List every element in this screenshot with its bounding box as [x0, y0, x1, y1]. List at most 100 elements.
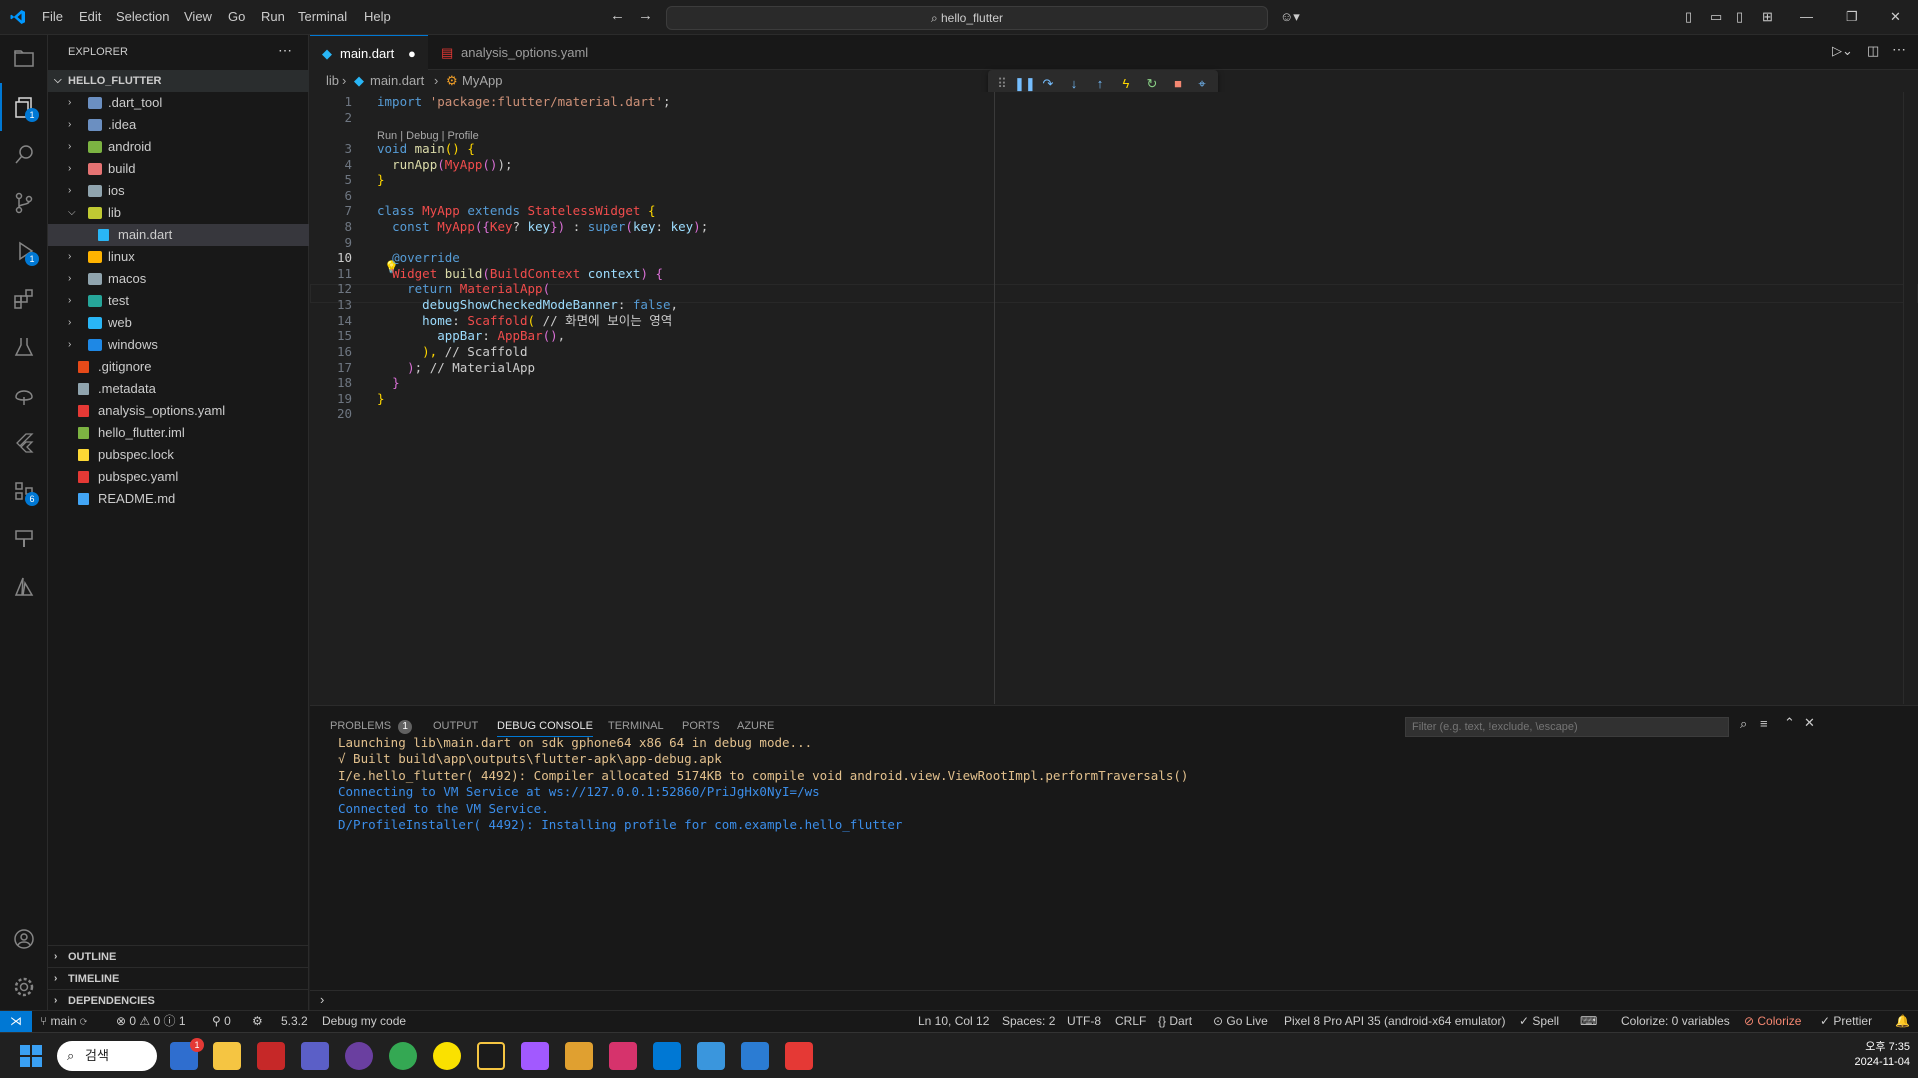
- tree-item-readme-md[interactable]: README.md: [48, 488, 309, 510]
- drag-handle-icon[interactable]: ⠿: [994, 76, 1010, 92]
- more-actions-icon[interactable]: ⋯: [278, 42, 292, 59]
- flutter-icon[interactable]: [0, 419, 48, 467]
- file-explorer-icon[interactable]: [213, 1042, 241, 1070]
- colorize-variables[interactable]: Colorize: 0 variables: [1621, 1011, 1730, 1032]
- code-line[interactable]: const MyApp({Key? key}) : super(key: key…: [377, 217, 708, 236]
- search-icon[interactable]: ⌕: [1740, 716, 1747, 732]
- files-icon[interactable]: 1: [0, 83, 48, 131]
- command-center-search[interactable]: ⌕ hello_flutter: [666, 6, 1268, 30]
- remote-indicator-icon[interactable]: ⋊: [0, 1011, 32, 1032]
- console-input[interactable]: ›: [310, 990, 1918, 1010]
- tree-item-hello-flutter-iml[interactable]: hello_flutter.iml: [48, 422, 309, 444]
- spell-checker[interactable]: ✓ Spell: [1519, 1011, 1559, 1032]
- step-into-icon[interactable]: ↓: [1066, 76, 1082, 92]
- tree-item-idea[interactable]: › .idea: [48, 114, 309, 136]
- back-arrow-icon[interactable]: ←: [610, 7, 625, 24]
- tree-item-dart-tool[interactable]: › .dart_tool: [48, 92, 309, 114]
- code-line[interactable]: import 'package:flutter/material.dart';: [377, 92, 671, 111]
- customize-layout-icon[interactable]: ⊞: [1762, 9, 1773, 25]
- tree-item-analysis-options-yaml[interactable]: analysis_options.yaml: [48, 400, 309, 422]
- menu-selection[interactable]: Selection: [116, 9, 169, 24]
- tree-item-ios[interactable]: › ios: [48, 180, 309, 202]
- go-live[interactable]: ⊙ Go Live: [1213, 1011, 1268, 1032]
- code-line[interactable]: ); // MaterialApp: [377, 358, 535, 377]
- unsaved-dot-icon[interactable]: ●: [408, 36, 416, 71]
- testing-icon[interactable]: [0, 323, 48, 371]
- step-out-icon[interactable]: ↑: [1092, 76, 1108, 92]
- dependencies-section[interactable]: › DEPENDENCIES: [48, 989, 309, 1011]
- notifications-bell-icon[interactable]: 🔔: [1895, 1011, 1910, 1032]
- cursor-position[interactable]: Ln 10, Col 12: [918, 1011, 989, 1032]
- encoding[interactable]: UTF-8: [1067, 1011, 1101, 1032]
- debug-indicator-icon[interactable]: ⚙: [252, 1011, 263, 1032]
- settings-gear-icon[interactable]: [0, 963, 48, 1011]
- minimize-icon[interactable]: —: [1800, 9, 1813, 24]
- tab-analysis-options[interactable]: ▤ analysis_options.yaml: [429, 35, 607, 70]
- sticky-notes-icon[interactable]: [477, 1042, 505, 1070]
- tab-main-dart[interactable]: ◆ main.dart ●: [310, 35, 428, 70]
- split-editor-icon[interactable]: ◫: [1867, 43, 1879, 59]
- menu-view[interactable]: View: [184, 9, 212, 24]
- vscode-icon[interactable]: [653, 1042, 681, 1070]
- tree-item-windows[interactable]: › windows: [48, 334, 309, 356]
- extensions-icon[interactable]: [0, 275, 48, 323]
- stop-icon[interactable]: ■: [1170, 76, 1186, 92]
- copilot-icon[interactable]: ☺▾: [1280, 9, 1300, 25]
- maximize-panel-icon[interactable]: ⌃: [1784, 715, 1795, 731]
- snipping-tool-icon[interactable]: [785, 1042, 813, 1070]
- workspace-root[interactable]: ⌵ HELLO_FLUTTER: [48, 70, 309, 92]
- menu-edit[interactable]: Edit: [79, 9, 101, 24]
- widget-inspector-icon[interactable]: ⌖: [1194, 76, 1210, 92]
- jetbrains-icon[interactable]: [609, 1042, 637, 1070]
- breadcrumb-class[interactable]: MyApp: [462, 70, 502, 92]
- console-filter-input[interactable]: [1405, 717, 1729, 737]
- explorer-icon[interactable]: [0, 35, 48, 83]
- tree-item-pubspec-lock[interactable]: pubspec.lock: [48, 444, 309, 466]
- close-icon[interactable]: ✕: [1890, 9, 1901, 25]
- sourcetree-icon[interactable]: [565, 1042, 593, 1070]
- tab-output[interactable]: OUTPUT: [433, 720, 478, 732]
- clear-console-icon[interactable]: ≡: [1760, 716, 1768, 731]
- tree-item-macos[interactable]: › macos: [48, 268, 309, 290]
- outline-section[interactable]: › OUTLINE: [48, 945, 309, 967]
- toggle-panel-icon[interactable]: ▭: [1710, 9, 1722, 25]
- step-over-icon[interactable]: ↷: [1040, 76, 1056, 92]
- app-red-icon[interactable]: [257, 1042, 285, 1070]
- code-editor[interactable]: Run | Debug | Profile 💡 1 import 'package…: [310, 92, 1918, 704]
- keyboard-icon[interactable]: ⌨: [1580, 1011, 1597, 1032]
- code-line[interactable]: }: [377, 170, 385, 189]
- paint-icon[interactable]: [0, 515, 48, 563]
- app-purple-icon[interactable]: [345, 1042, 373, 1070]
- tree-item-lib[interactable]: ⌵ lib: [48, 202, 309, 224]
- toggle-primary-sidebar-icon[interactable]: ▯: [1685, 9, 1692, 25]
- tree-item-pubspec-yaml[interactable]: pubspec.yaml: [48, 466, 309, 488]
- run-debug-icon[interactable]: 1: [0, 227, 48, 275]
- figma-icon[interactable]: [521, 1042, 549, 1070]
- code-line[interactable]: }: [377, 389, 385, 408]
- tree-item-linux[interactable]: › linux: [48, 246, 309, 268]
- forward-arrow-icon[interactable]: →: [638, 7, 653, 24]
- timeline-section[interactable]: › TIMELINE: [48, 967, 309, 989]
- remote-explorer-icon[interactable]: [0, 371, 48, 419]
- eol[interactable]: CRLF: [1115, 1011, 1146, 1032]
- accounts-icon[interactable]: [0, 915, 48, 963]
- menu-file[interactable]: File: [42, 9, 63, 24]
- ports-indicator[interactable]: ⚲ 0: [212, 1011, 231, 1032]
- tab-azure[interactable]: AZURE: [737, 720, 774, 732]
- problems-indicator[interactable]: ⊗ 0 ⚠ 0 ⓘ 1: [116, 1011, 186, 1032]
- indentation[interactable]: Spaces: 2: [1002, 1011, 1055, 1032]
- tree-item-test[interactable]: › test: [48, 290, 309, 312]
- menu-run[interactable]: Run: [261, 9, 285, 24]
- search-icon[interactable]: [0, 131, 48, 179]
- flutter-version[interactable]: 5.3.2: [281, 1011, 308, 1032]
- pause-icon[interactable]: ❚❚: [1014, 76, 1036, 92]
- source-control-icon[interactable]: [0, 179, 48, 227]
- app-blue-icon[interactable]: [741, 1042, 769, 1070]
- breadcrumb-lib[interactable]: lib: [326, 70, 339, 92]
- docker-icon[interactable]: 6: [0, 467, 48, 515]
- tab-ports[interactable]: PORTS: [682, 720, 720, 732]
- tree-item-build[interactable]: › build: [48, 158, 309, 180]
- azure-icon[interactable]: [0, 563, 48, 611]
- todo-app-icon[interactable]: 1: [170, 1038, 204, 1070]
- chrome-icon[interactable]: [389, 1042, 417, 1070]
